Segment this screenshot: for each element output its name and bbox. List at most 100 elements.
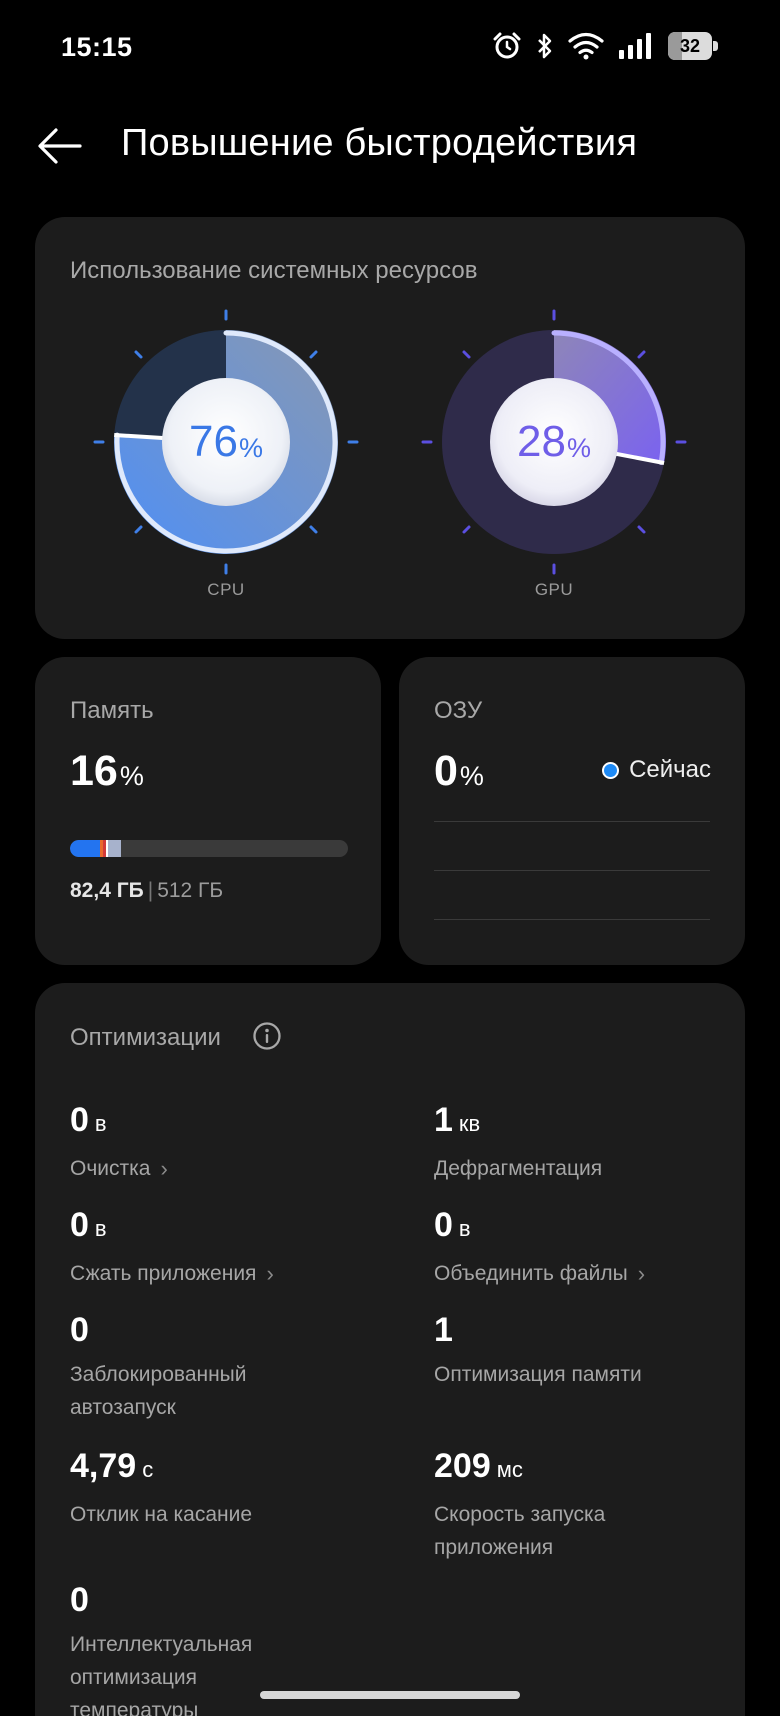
ram-legend-dot bbox=[602, 761, 620, 779]
stat-label-line: приложения bbox=[434, 1536, 554, 1559]
ram-value: 0% bbox=[434, 747, 484, 796]
stat-number: 0 bbox=[70, 1311, 89, 1349]
stat-label: Заблокированный автозапуск bbox=[70, 1358, 370, 1424]
memory-separator: | bbox=[147, 879, 154, 902]
stat-value: 0в bbox=[70, 1205, 370, 1249]
stat-label-text: Объединить файлы bbox=[434, 1262, 628, 1285]
stat-number: 1 bbox=[434, 1311, 453, 1349]
ram-value-number: 0 bbox=[434, 747, 458, 795]
chevron-right-icon: › bbox=[266, 1261, 274, 1286]
stat-label-text: Оптимизация памяти bbox=[434, 1363, 642, 1386]
stat-unit: в bbox=[458, 1216, 471, 1241]
stat-label-line: Заблокированный bbox=[70, 1363, 247, 1386]
stat-label-line: автозапуск bbox=[70, 1396, 176, 1419]
gpu-value-number: 28 bbox=[517, 417, 566, 466]
memory-total: 512 ГБ bbox=[157, 879, 224, 902]
stat-unit: в bbox=[94, 1216, 107, 1241]
home-indicator[interactable] bbox=[260, 1691, 520, 1699]
memory-capacity: 82,4 ГБ | 512 ГБ bbox=[70, 879, 223, 903]
ram-grid-line bbox=[434, 870, 710, 871]
memory-segment-system bbox=[70, 840, 100, 857]
ram-grid-line bbox=[434, 919, 710, 920]
stat-touch-response: 4,79 с Отклик на касание bbox=[70, 1446, 370, 1531]
stat-number: 0 bbox=[434, 1206, 453, 1244]
memory-title: Память bbox=[70, 697, 154, 724]
stat-number: 209 bbox=[434, 1447, 491, 1485]
stat-label: Интеллектуальная оптимизация температуры bbox=[70, 1628, 370, 1716]
stat-label-line: Скорость запуска bbox=[434, 1503, 606, 1526]
page-title: Повышение быстродействия bbox=[121, 122, 638, 164]
ram-legend: Сейчас bbox=[602, 756, 711, 784]
stat-unit: мс bbox=[496, 1457, 523, 1482]
memory-percent-sign: % bbox=[119, 761, 144, 791]
stat-value: 209 мс bbox=[434, 1446, 734, 1490]
stat-cleanup[interactable]: 0в Очистка › bbox=[70, 1100, 370, 1185]
stat-unit: в bbox=[94, 1111, 107, 1136]
memory-used: 82,4 ГБ bbox=[70, 879, 144, 902]
stat-label: Оптимизация памяти bbox=[434, 1358, 734, 1391]
stat-blocked-autostart: 0 Заблокированный автозапуск bbox=[70, 1310, 370, 1424]
alarm-icon bbox=[493, 32, 521, 59]
stat-label-text: Дефрагментация bbox=[434, 1157, 603, 1180]
gpu-value: 28% bbox=[419, 307, 689, 577]
cpu-value-number: 76 bbox=[189, 417, 238, 466]
stat-label-line: Интеллектуальная bbox=[70, 1633, 253, 1656]
stat-merge-files[interactable]: 0в Объединить файлы › bbox=[434, 1205, 734, 1290]
stat-unit: кв bbox=[458, 1111, 481, 1136]
arrow-left-icon bbox=[38, 128, 82, 164]
stat-number: 0 bbox=[70, 1101, 89, 1139]
stat-value: 4,79 с bbox=[70, 1446, 370, 1490]
stat-label: Дефрагментация bbox=[434, 1152, 734, 1185]
stat-app-launch-speed: 209 мс Скорость запуска приложения bbox=[434, 1446, 734, 1564]
cpu-gauge: 76% bbox=[91, 307, 361, 577]
ram-grid-line bbox=[434, 821, 710, 822]
stat-memory-optimization: 1 Оптимизация памяти bbox=[434, 1310, 734, 1391]
chevron-right-icon: › bbox=[637, 1261, 646, 1286]
memory-value: 16% bbox=[70, 747, 144, 796]
stat-value: 1 bbox=[434, 1310, 734, 1350]
memory-card[interactable]: Память 16% 82,4 ГБ | 512 ГБ bbox=[35, 657, 381, 965]
cpu-value: 76% bbox=[91, 307, 361, 577]
status-time: 15:15 bbox=[61, 32, 133, 62]
stat-label: Очистка › bbox=[70, 1152, 370, 1185]
back-button[interactable] bbox=[32, 118, 88, 174]
stat-label: Сжать приложения › bbox=[70, 1257, 370, 1290]
bluetooth-icon bbox=[538, 33, 552, 59]
stat-label: Объединить файлы › bbox=[434, 1257, 734, 1290]
stat-label-text: Очистка bbox=[70, 1157, 151, 1180]
ram-card[interactable]: ОЗУ 0% Сейчас bbox=[399, 657, 745, 965]
header: Повышение быстродействия bbox=[0, 110, 780, 180]
gpu-percent-sign: % bbox=[566, 432, 591, 463]
battery-level: 32 bbox=[679, 36, 701, 56]
stat-unit: с bbox=[142, 1457, 154, 1482]
stat-value: 0в bbox=[434, 1205, 734, 1249]
ram-legend-label: Сейчас bbox=[629, 756, 711, 783]
stat-label: Скорость запуска приложения bbox=[434, 1498, 734, 1564]
stat-value: 0 bbox=[70, 1580, 370, 1620]
resources-title: Использование системных ресурсов bbox=[70, 257, 478, 284]
stat-number: 1 bbox=[434, 1101, 453, 1139]
stat-label-text: Сжать приложения bbox=[70, 1262, 257, 1285]
stat-compress-apps[interactable]: 0в Сжать приложения › bbox=[70, 1205, 370, 1290]
optimizations-card: Оптимизации 0в Очистка › 1 кв Дефрагментац… bbox=[35, 983, 745, 1716]
cpu-label: CPU bbox=[207, 580, 245, 599]
system-resources-card[interactable]: Использование системных ресурсов 76 % CP… bbox=[35, 217, 745, 639]
gpu-gauge: 28% bbox=[419, 307, 689, 577]
memory-usage-bar bbox=[70, 840, 348, 857]
chevron-right-icon: › bbox=[160, 1156, 168, 1181]
signal-icon bbox=[619, 33, 651, 59]
status-icons: 32 bbox=[492, 28, 718, 64]
info-icon[interactable] bbox=[252, 1021, 282, 1051]
stat-value: 1 кв bbox=[434, 1100, 734, 1144]
gpu-label: GPU bbox=[534, 580, 574, 599]
ram-title: ОЗУ bbox=[434, 697, 483, 724]
optimizations-title: Оптимизации bbox=[70, 1024, 221, 1051]
ram-percent-sign: % bbox=[459, 761, 484, 791]
stat-label: Отклик на касание bbox=[70, 1498, 370, 1531]
stat-label-text: Отклик на касание bbox=[70, 1503, 253, 1526]
status-bar: 15:15 32 bbox=[0, 0, 780, 96]
stat-defragmentation: 1 кв Дефрагментация bbox=[434, 1100, 734, 1185]
stat-number: 0 bbox=[70, 1581, 89, 1619]
battery-icon: 32 bbox=[668, 32, 718, 60]
cpu-percent-sign: % bbox=[238, 432, 263, 463]
